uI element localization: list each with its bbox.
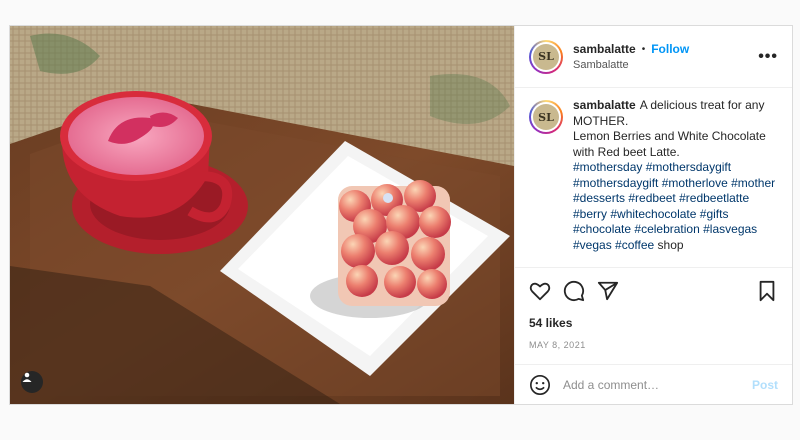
post-header: SL sambalatte • Follow Sambalatte ••• xyxy=(515,26,792,88)
follow-button[interactable]: Follow xyxy=(651,42,689,56)
comment-icon[interactable] xyxy=(563,280,585,302)
hashtag-link[interactable]: #coffee xyxy=(615,238,654,252)
post-sidebar: SL sambalatte • Follow Sambalatte ••• SL… xyxy=(514,26,792,404)
caption-avatar-logo: SL xyxy=(533,104,559,130)
share-icon[interactable] xyxy=(597,280,619,302)
hashtag-link[interactable]: #redbeetlatte xyxy=(679,191,749,205)
hashtag-link[interactable]: #lasvegas xyxy=(703,222,757,236)
caption-trailing: shop xyxy=(657,237,684,252)
heart-icon[interactable] xyxy=(529,280,551,302)
emoji-icon[interactable] xyxy=(529,374,551,396)
hashtag-link[interactable]: #berry xyxy=(573,207,607,221)
hashtag-link[interactable]: #celebration xyxy=(634,222,699,236)
hashtag-link[interactable]: #desserts xyxy=(573,191,625,205)
post-photo[interactable] xyxy=(10,26,514,404)
header-username[interactable]: sambalatte xyxy=(573,42,636,56)
hashtag-link[interactable]: #mothersdaygift xyxy=(573,176,658,190)
caption-body-2: Lemon Berries and White Chocolate with R… xyxy=(573,129,766,159)
hashtag-link[interactable]: #motherlove xyxy=(662,176,728,190)
post-comment-button[interactable]: Post xyxy=(752,378,778,392)
avatar-logo: SL xyxy=(533,43,559,70)
hashtag-link[interactable]: #whitechocolate xyxy=(610,207,696,221)
hashtag-link[interactable]: #vegas xyxy=(573,238,612,252)
avatar[interactable]: SL xyxy=(529,39,563,74)
header-text: sambalatte • Follow Sambalatte xyxy=(573,42,758,71)
post-date[interactable]: MAY 8, 2021 xyxy=(529,340,778,350)
hashtag-link[interactable]: #redbeet xyxy=(628,191,675,205)
caption-area: SL sambalatte A delicious treat for any M… xyxy=(515,88,792,267)
post-card: SL sambalatte • Follow Sambalatte ••• SL… xyxy=(9,25,793,405)
user-tag-icon[interactable] xyxy=(21,371,43,393)
hashtag-link[interactable]: #mothersday xyxy=(573,160,642,174)
caption-avatar[interactable]: SL xyxy=(529,100,563,134)
hashtag-link[interactable]: #chocolate xyxy=(573,222,631,236)
dessert-photo xyxy=(10,26,514,404)
more-options-icon[interactable]: ••• xyxy=(758,48,778,66)
hashtag-link[interactable]: #mothersdaygift xyxy=(646,160,731,174)
hashtag-link[interactable]: #gifts xyxy=(700,207,729,221)
caption-username[interactable]: sambalatte xyxy=(573,98,636,112)
bookmark-icon[interactable] xyxy=(756,280,778,302)
action-bar: 54 likes MAY 8, 2021 xyxy=(515,267,792,350)
location-label[interactable]: Sambalatte xyxy=(573,59,758,71)
caption-text: sambalatte A delicious treat for any MOTH… xyxy=(573,98,778,257)
comment-input[interactable]: Add a comment… xyxy=(563,378,752,392)
separator-dot: • xyxy=(641,43,646,55)
likes-count[interactable]: 54 likes xyxy=(529,316,778,330)
comment-bar: Add a comment… Post xyxy=(515,364,792,404)
hashtag-link[interactable]: #mother xyxy=(731,176,775,190)
